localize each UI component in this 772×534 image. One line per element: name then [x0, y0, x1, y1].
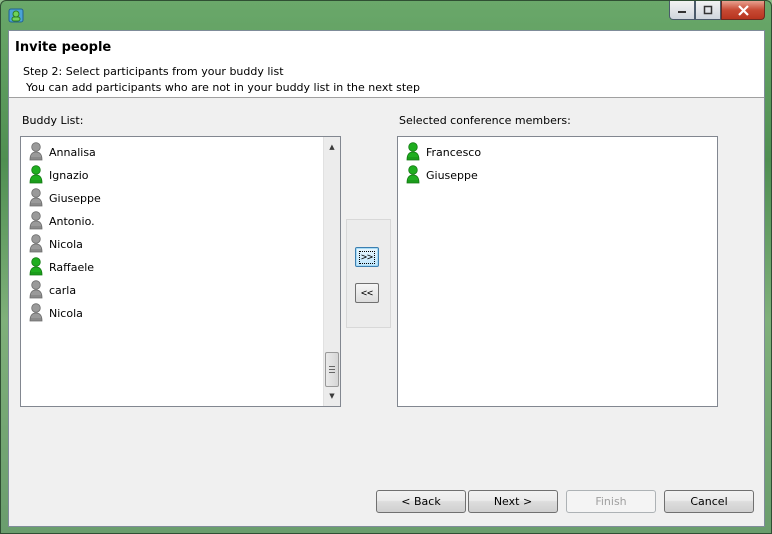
step-text: Step 2: Select participants from your bu… [23, 65, 284, 78]
app-icon [8, 8, 24, 23]
list-item-name: carla [49, 283, 77, 297]
selected-members-list[interactable]: Francesco Giuseppe [397, 136, 718, 407]
window-frame: Invite people Step 2: Select participant… [0, 0, 772, 534]
list-item-name: Nicola [49, 306, 83, 320]
list-item-name: Nicola [49, 237, 83, 251]
list-item[interactable]: Francesco [406, 142, 481, 162]
page-title: Invite people [15, 40, 112, 55]
scroll-down-icon[interactable]: ▼ [324, 388, 340, 404]
list-item[interactable]: Raffaele [29, 257, 94, 277]
buddy-list-label: Buddy List: [22, 114, 84, 127]
title-bar[interactable] [1, 1, 771, 29]
close-button[interactable] [721, 1, 765, 20]
user-icon [29, 165, 43, 184]
list-item[interactable]: Giuseppe [29, 188, 101, 208]
minimize-icon [678, 11, 686, 13]
list-item[interactable]: Ignazio [29, 165, 89, 185]
footer-divider [9, 471, 764, 472]
dialog-client-area: Invite people Step 2: Select participant… [8, 30, 765, 527]
list-item-name: Antonio. [49, 214, 95, 228]
back-button[interactable]: < Back [376, 490, 466, 513]
close-icon [737, 4, 749, 16]
list-item[interactable]: Nicola [29, 234, 83, 254]
list-item-name: Ignazio [49, 168, 89, 182]
list-item[interactable]: Giuseppe [406, 165, 478, 185]
cancel-button[interactable]: Cancel [664, 490, 754, 513]
user-icon [29, 234, 43, 253]
user-icon [406, 142, 420, 161]
list-item[interactable]: Antonio. [29, 211, 95, 231]
maximize-icon [703, 5, 713, 15]
wizard-header: Invite people Step 2: Select participant… [9, 31, 764, 98]
list-item-name: Raffaele [49, 260, 95, 274]
next-button-label: Next > [493, 495, 533, 508]
step-description: You can add participants who are not in … [26, 81, 420, 94]
selected-members-label: Selected conference members: [399, 114, 571, 127]
maximize-button[interactable] [695, 1, 721, 20]
list-item[interactable]: Nicola [29, 303, 83, 323]
remove-member-label: << [360, 287, 374, 299]
list-item-name: Giuseppe [426, 168, 478, 182]
next-button[interactable]: Next > [468, 490, 558, 513]
list-item-name: Annalisa [49, 145, 96, 159]
buddy-list[interactable]: Annalisa Ignazio Giuseppe Antonio. Nicola Raf… [20, 136, 341, 407]
back-button-label: < Back [401, 495, 441, 508]
user-icon [29, 257, 43, 276]
minimize-button[interactable] [669, 1, 695, 20]
user-icon [29, 188, 43, 207]
list-item[interactable]: carla [29, 280, 76, 300]
move-buttons-panel: >> << [346, 219, 391, 328]
scroll-thumb[interactable] [325, 352, 339, 387]
grip-icon [329, 366, 335, 373]
scroll-up-icon[interactable]: ▲ [324, 139, 340, 155]
user-icon [406, 165, 420, 184]
finish-button: Finish [566, 490, 656, 513]
user-icon [29, 280, 43, 299]
list-item-name: Giuseppe [49, 191, 101, 205]
buddy-list-scrollbar[interactable]: ▲ ▼ [323, 137, 340, 406]
finish-button-label: Finish [595, 495, 627, 508]
list-item-name: Francesco [426, 145, 482, 159]
cancel-button-label: Cancel [690, 495, 728, 508]
user-icon [29, 211, 43, 230]
user-icon [29, 303, 43, 322]
add-member-button[interactable]: >> [355, 247, 379, 267]
user-icon [29, 142, 43, 161]
list-item[interactable]: Annalisa [29, 142, 96, 162]
add-member-label: >> [358, 250, 376, 264]
remove-member-button[interactable]: << [355, 283, 379, 303]
